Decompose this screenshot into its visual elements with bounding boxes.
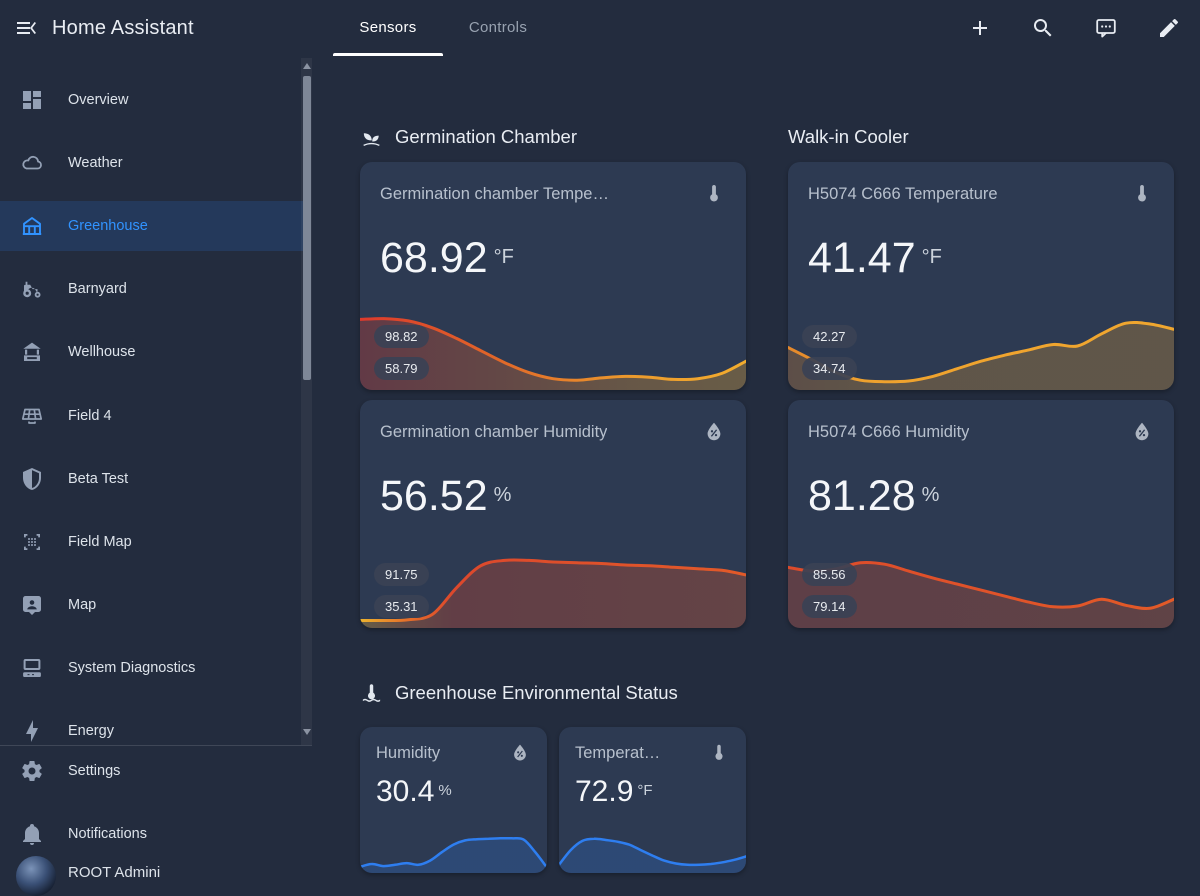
card-title: Humidity [376,744,440,763]
humidity-icon [702,420,726,444]
sensor-card-env-temperature[interactable]: Temperat… 72.9°F [559,727,746,873]
sensor-card-germination-temperature[interactable]: Germination chamber Tempe… 68.92°F 98.82… [360,162,746,390]
sensor-sparkline [360,823,547,873]
sensor-card-cooler-temperature[interactable]: H5074 C666 Temperature 41.47°F 42.27 34.… [788,162,1174,390]
sidebar-item-field-map[interactable]: Field Map [0,517,307,567]
main-content: Germination Chamber Germination chamber … [312,56,1200,890]
shield-icon [20,467,44,491]
plus-icon[interactable] [968,16,992,40]
scan-grid-icon [20,530,44,554]
sidebar-item-wellhouse[interactable]: Wellhouse [0,327,307,377]
min-badge: 34.74 [802,357,857,380]
max-badge: 85.56 [802,563,857,586]
humidity-icon [1130,420,1154,444]
page-title: Home Assistant [52,0,194,56]
sidebar-item-map[interactable]: Map [0,580,307,630]
card-title: Temperat… [575,744,660,763]
scrollbar-down-arrow[interactable] [303,729,311,735]
assist-chat-icon[interactable] [1094,16,1118,40]
card-title: H5074 C666 Temperature [808,185,998,204]
gear-icon [20,759,44,783]
well-icon [20,340,44,364]
max-badge: 98.82 [374,325,429,348]
section-heading-germination: Germination Chamber [360,125,577,149]
sensor-value: 68.92°F [380,234,514,283]
sensor-value: 41.47°F [808,234,942,283]
section-title: Greenhouse Environmental Status [395,682,678,704]
section-heading-cooler: Walk-in Cooler [788,125,909,149]
tab-sensors[interactable]: Sensors [333,0,443,56]
scrollbar-thumb[interactable] [303,76,311,380]
solar-panel-icon [20,404,44,428]
card-title: H5074 C666 Humidity [808,423,969,442]
sensor-sparkline [559,823,746,873]
desktop-icon [20,656,44,680]
sidebar-item-greenhouse[interactable]: Greenhouse [0,201,307,251]
section-title: Germination Chamber [395,126,577,148]
view-tabs: Sensors Controls [333,0,553,56]
max-badge: 91.75 [374,563,429,586]
sensor-value: 56.52% [380,472,511,521]
app-header: Home Assistant Sensors Controls [0,0,1200,56]
thermometer-icon [702,182,726,206]
sidebar-item-weather[interactable]: Weather [0,138,307,188]
active-tab-underline [333,53,443,56]
sidebar: Overview Weather Greenhouse Barnyard [0,56,312,890]
sensor-value: 30.4% [376,775,452,809]
sensor-value: 81.28% [808,472,939,521]
user-avatar[interactable] [16,856,56,896]
dashboard-icon [20,88,44,112]
thermometer-icon [1130,182,1154,206]
sidebar-item-notifications[interactable]: Notifications [0,809,307,859]
cloud-icon [20,151,44,175]
sprout-icon [360,126,383,149]
scrollbar-up-arrow[interactable] [303,63,311,69]
min-badge: 79.14 [802,595,857,618]
humidity-icon [509,742,531,764]
map-marker-account-icon [20,593,44,617]
card-title: Germination chamber Humidity [380,423,607,442]
max-badge: 42.27 [802,325,857,348]
sidebar-bottom-section: Settings Notifications ROOT Admini [0,745,312,890]
lightning-icon [20,719,44,743]
sidebar-item-beta-test[interactable]: Beta Test [0,454,307,504]
thermometer-water-icon [360,682,383,705]
sensor-card-cooler-humidity[interactable]: H5074 C666 Humidity 81.28% 85.56 79.14 [788,400,1174,628]
user-name: ROOT Admini [68,864,160,881]
min-badge: 58.79 [374,357,429,380]
header-actions [968,16,1181,40]
sensor-card-germination-humidity[interactable]: Germination chamber Humidity 56.52% 91.7… [360,400,746,628]
sidebar-item-overview[interactable]: Overview [0,75,307,125]
card-title: Germination chamber Tempe… [380,185,609,204]
tractor-icon [20,277,44,301]
greenhouse-icon [20,214,44,238]
sidebar-item-settings[interactable]: Settings [0,746,307,796]
search-icon[interactable] [1031,16,1055,40]
sidebar-toggle-icon[interactable] [14,16,38,40]
thermometer-icon [708,742,730,764]
bell-icon [20,822,44,846]
tab-controls[interactable]: Controls [443,0,553,56]
section-title: Walk-in Cooler [788,126,909,148]
sidebar-item-field4[interactable]: Field 4 [0,391,307,441]
min-badge: 35.31 [374,595,429,618]
sidebar-item-system-diagnostics[interactable]: System Diagnostics [0,643,307,693]
section-heading-environment: Greenhouse Environmental Status [360,681,678,705]
sidebar-item-barnyard[interactable]: Barnyard [0,264,307,314]
edit-pencil-icon[interactable] [1157,16,1181,40]
sensor-value: 72.9°F [575,775,653,809]
sensor-card-env-humidity[interactable]: Humidity 30.4% [360,727,547,873]
